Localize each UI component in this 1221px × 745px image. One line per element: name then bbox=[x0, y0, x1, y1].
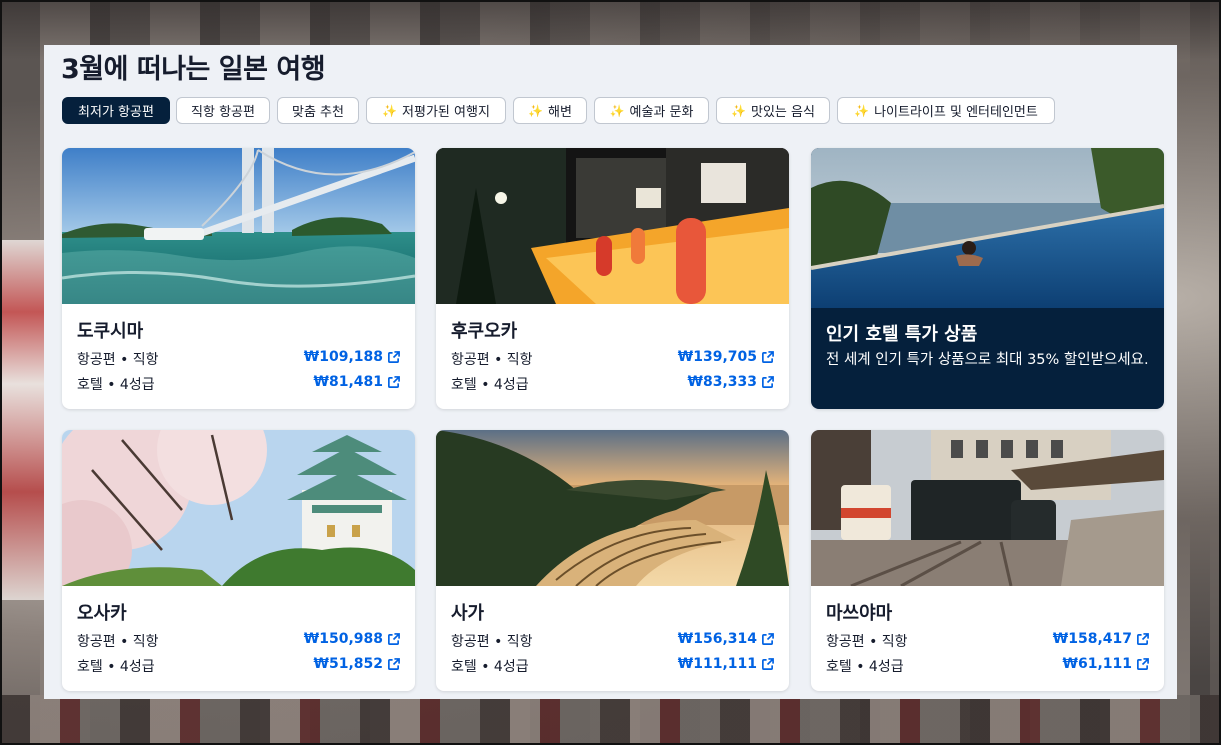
destination-image bbox=[436, 430, 789, 586]
destination-name: 후쿠오카 bbox=[451, 321, 518, 342]
flight-price: ₩109,188 bbox=[303, 349, 383, 365]
hotel-price-link[interactable]: ₩61,111 bbox=[1063, 656, 1149, 672]
flight-price-link[interactable]: ₩109,188 bbox=[304, 349, 400, 365]
chip-underrated-destinations[interactable]: ✨ 저평가된 여행지 bbox=[366, 97, 506, 124]
external-link-icon bbox=[388, 350, 400, 363]
flight-label: 항공편 • 직항 bbox=[451, 634, 533, 650]
hotel-price-link[interactable]: ₩83,333 bbox=[688, 374, 774, 390]
external-link-icon bbox=[762, 657, 774, 670]
destination-name: 오사카 bbox=[77, 603, 127, 624]
chip-label: 저평가된 여행지 bbox=[402, 105, 490, 120]
sparkle-icon: ✨ bbox=[528, 103, 544, 118]
hotel-row: 호텔 • 4성급 ₩61,111 bbox=[826, 656, 1149, 676]
chip-cheapest-flights[interactable]: 최저가 항공편 bbox=[62, 97, 170, 124]
hotel-label: 호텔 • 4성급 bbox=[826, 659, 904, 675]
flight-row: 항공편 • 직항 ₩156,314 bbox=[451, 631, 774, 651]
hotel-price-link[interactable]: ₩81,481 bbox=[314, 374, 400, 390]
external-link-icon bbox=[762, 350, 774, 363]
external-link-icon bbox=[762, 375, 774, 388]
chip-label: 해변 bbox=[548, 105, 572, 120]
destination-card-saga[interactable]: 사가 항공편 • 직항 ₩156,314 호텔 • 4성급 ₩111,111 bbox=[436, 430, 789, 691]
flight-price-link[interactable]: ₩158,417 bbox=[1053, 631, 1149, 647]
destination-image bbox=[62, 430, 415, 586]
destination-image bbox=[436, 148, 789, 304]
chip-label: 맛있는 음식 bbox=[751, 105, 815, 120]
chip-label: 최저가 항공편 bbox=[78, 105, 154, 120]
flight-price-link[interactable]: ₩156,314 bbox=[678, 631, 774, 647]
destination-card-tokushima[interactable]: 도쿠시마 항공편 • 직항 ₩109,188 호텔 • 4성급 ₩81,481 bbox=[62, 148, 415, 409]
flight-price: ₩158,417 bbox=[1052, 631, 1132, 647]
flight-price: ₩139,705 bbox=[677, 349, 757, 365]
chip-direct-flights[interactable]: 직항 항공편 bbox=[176, 97, 270, 124]
sparkle-icon: ✨ bbox=[609, 103, 625, 118]
chip-arts-culture[interactable]: ✨ 예술과 문화 bbox=[594, 97, 709, 124]
hotel-row: 호텔 • 4성급 ₩81,481 bbox=[77, 374, 400, 394]
external-link-icon bbox=[762, 632, 774, 645]
chip-label: 예술과 문화 bbox=[629, 105, 694, 120]
sparkle-icon: ✨ bbox=[731, 103, 746, 118]
hotel-label: 호텔 • 4성급 bbox=[77, 659, 155, 675]
external-link-icon bbox=[388, 632, 400, 645]
hotel-price: ₩51,852 bbox=[313, 656, 383, 672]
promo-card-hotel-deals[interactable]: 인기 호텔 특가 상품 전 세계 인기 특가 상품으로 최대 35% 할인받으세… bbox=[811, 148, 1164, 409]
hotel-row: 호텔 • 4성급 ₩111,111 bbox=[451, 656, 774, 676]
destination-image bbox=[811, 430, 1164, 586]
flight-label: 항공편 • 직항 bbox=[826, 634, 908, 650]
chip-recommended[interactable]: 맞춤 추천 bbox=[277, 97, 359, 124]
external-link-icon bbox=[1137, 657, 1149, 670]
chip-label: 직항 항공편 bbox=[191, 105, 255, 120]
flight-label: 항공편 • 직항 bbox=[77, 352, 159, 368]
page-title: 3월에 떠나는 일본 여행 bbox=[61, 54, 326, 85]
sparkle-icon: ✨ bbox=[382, 103, 398, 118]
hotel-price: ₩61,111 bbox=[1062, 656, 1132, 672]
flight-row: 항공편 • 직항 ₩150,988 bbox=[77, 631, 400, 651]
destination-card-osaka[interactable]: 오사카 항공편 • 직항 ₩150,988 호텔 • 4성급 ₩51,852 bbox=[62, 430, 415, 691]
promo-title: 인기 호텔 특가 상품 bbox=[826, 324, 978, 345]
external-link-icon bbox=[388, 375, 400, 388]
hotel-price: ₩111,111 bbox=[677, 656, 757, 672]
chip-beach[interactable]: ✨ 해변 bbox=[513, 97, 587, 124]
flight-price: ₩156,314 bbox=[677, 631, 757, 647]
flight-price: ₩150,988 bbox=[303, 631, 383, 647]
promo-image bbox=[811, 148, 1164, 308]
hotel-label: 호텔 • 4성급 bbox=[451, 659, 529, 675]
destination-name: 사가 bbox=[451, 603, 485, 624]
promo-description: 전 세계 인기 특가 상품으로 최대 35% 할인받으세요. bbox=[826, 352, 1149, 368]
hotel-price-link[interactable]: ₩51,852 bbox=[314, 656, 400, 672]
chip-label: 나이트라이프 및 엔터테인먼트 bbox=[874, 105, 1038, 120]
destination-image bbox=[62, 148, 415, 304]
destination-card-fukuoka[interactable]: 후쿠오카 항공편 • 직항 ₩139,705 호텔 • 4성급 ₩83,333 bbox=[436, 148, 789, 409]
flight-row: 항공편 • 직항 ₩158,417 bbox=[826, 631, 1149, 651]
destination-name: 도쿠시마 bbox=[77, 321, 144, 342]
sparkle-icon: ✨ bbox=[854, 103, 870, 118]
hotel-row: 호텔 • 4성급 ₩83,333 bbox=[451, 374, 774, 394]
background-photo-floor bbox=[0, 695, 1221, 745]
hotel-price: ₩83,333 bbox=[687, 374, 757, 390]
flight-row: 항공편 • 직항 ₩109,188 bbox=[77, 349, 400, 369]
flight-label: 항공편 • 직항 bbox=[451, 352, 533, 368]
chip-label: 맞춤 추천 bbox=[292, 105, 344, 120]
flight-price-link[interactable]: ₩150,988 bbox=[304, 631, 400, 647]
hotel-label: 호텔 • 4성급 bbox=[77, 377, 155, 393]
destination-card-matsuyama[interactable]: 마쓰야마 항공편 • 직항 ₩158,417 호텔 • 4성급 ₩61,111 bbox=[811, 430, 1164, 691]
flight-label: 항공편 • 직항 bbox=[77, 634, 159, 650]
hotel-row: 호텔 • 4성급 ₩51,852 bbox=[77, 656, 400, 676]
background-photo-detail bbox=[0, 240, 45, 600]
chip-food[interactable]: ✨ 맛있는 음식 bbox=[716, 97, 830, 124]
flight-row: 항공편 • 직항 ₩139,705 bbox=[451, 349, 774, 369]
external-link-icon bbox=[1137, 632, 1149, 645]
external-link-icon bbox=[388, 657, 400, 670]
hotel-price: ₩81,481 bbox=[313, 374, 383, 390]
hotel-label: 호텔 • 4성급 bbox=[451, 377, 529, 393]
hotel-price-link[interactable]: ₩111,111 bbox=[678, 656, 774, 672]
chip-nightlife[interactable]: ✨ 나이트라이프 및 엔터테인먼트 bbox=[837, 97, 1055, 124]
destination-name: 마쓰야마 bbox=[826, 603, 893, 624]
flight-price-link[interactable]: ₩139,705 bbox=[678, 349, 774, 365]
